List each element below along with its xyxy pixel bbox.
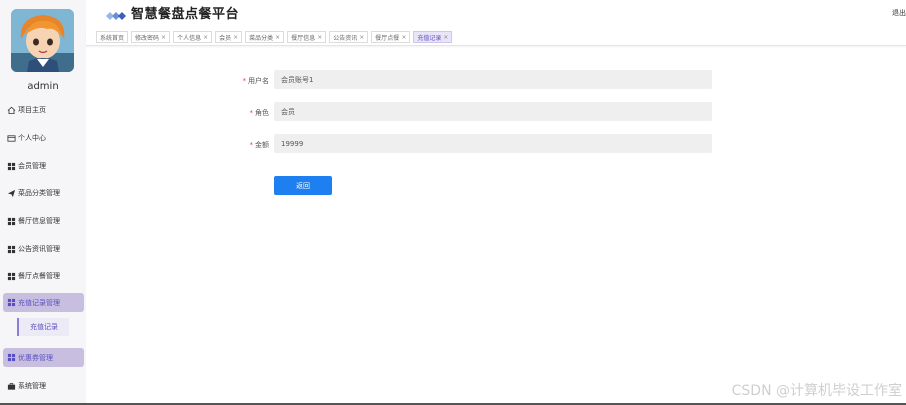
sidebar-item-profile[interactable]: 个人中心 bbox=[7, 129, 83, 147]
tab-label: 菜品分类 bbox=[249, 34, 274, 42]
sidebar-item-label: 个人中心 bbox=[18, 134, 46, 142]
role-value: 会员 bbox=[281, 107, 295, 116]
username-label: * 用户名 bbox=[199, 76, 270, 86]
app-title: 智慧餐盘点餐平台 bbox=[131, 7, 240, 22]
sidebar-item-recharge[interactable]: 充值记录管理 bbox=[3, 293, 84, 312]
tab-home[interactable]: 系统首页 bbox=[96, 31, 129, 43]
grid-icon bbox=[7, 217, 16, 226]
sidebar-item-members[interactable]: 会员管理 bbox=[7, 157, 83, 175]
role-field[interactable]: 会员 bbox=[274, 102, 712, 121]
tab-announcements[interactable]: 公告资讯 × bbox=[329, 31, 369, 43]
briefcase-icon bbox=[7, 382, 16, 391]
tab-label: 餐厅信息 bbox=[291, 34, 316, 42]
username-label-text: 用户名 bbox=[248, 77, 269, 85]
tab-label: 会员 bbox=[219, 34, 232, 42]
tab-members[interactable]: 会员 × bbox=[215, 31, 243, 43]
tab-change-password[interactable]: 修改密码 × bbox=[131, 31, 171, 43]
username-field[interactable]: 会员账号1 bbox=[274, 70, 712, 89]
sidebar-item-label: 会员管理 bbox=[18, 162, 46, 170]
tab-label: 个人信息 bbox=[177, 34, 202, 42]
back-button[interactable]: 返回 bbox=[274, 176, 332, 195]
amount-label: * 金额 bbox=[199, 140, 270, 150]
tab-label: 充值记录 bbox=[417, 34, 442, 42]
send-icon bbox=[7, 189, 16, 198]
close-icon[interactable]: × bbox=[443, 34, 448, 41]
sidebar-item-label: 系统管理 bbox=[18, 382, 46, 390]
role-label: * 角色 bbox=[199, 108, 270, 118]
avatar[interactable] bbox=[11, 9, 74, 72]
sidebar-item-label: 菜品分类管理 bbox=[18, 189, 60, 197]
sidebar-item-system[interactable]: 系统管理 bbox=[7, 377, 83, 395]
grid-icon bbox=[7, 353, 16, 362]
sidebar: admin 项目主页 个人中心 会员管理 菜品分类管理 餐厅信息管理 公告资讯管… bbox=[0, 0, 86, 405]
tab-personal-info[interactable]: 个人信息 × bbox=[173, 31, 213, 43]
close-icon[interactable]: × bbox=[317, 34, 322, 41]
grid-icon bbox=[7, 245, 16, 254]
tab-label: 餐厅点餐 bbox=[375, 34, 400, 42]
sidebar-item-label: 餐厅点餐管理 bbox=[18, 272, 60, 280]
tab-label: 公告资讯 bbox=[333, 34, 358, 42]
tab-orders[interactable]: 餐厅点餐 × bbox=[371, 31, 411, 43]
logo-icon bbox=[105, 6, 127, 20]
tab-dish-category[interactable]: 菜品分类 × bbox=[245, 31, 285, 43]
sidebar-item-label: 充值记录管理 bbox=[18, 298, 60, 307]
sidebar-item-label: 优惠券管理 bbox=[18, 353, 53, 362]
tab-recharge-records[interactable]: 充值记录 × bbox=[413, 31, 453, 43]
tab-restaurant-info[interactable]: 餐厅信息 × bbox=[287, 31, 327, 43]
sidebar-subitem-label: 充值记录 bbox=[30, 323, 58, 331]
tabs: 系统首页 修改密码 × 个人信息 × 会员 × 菜品分类 × 餐厅信息 × 公告资讯 × 餐… bbox=[96, 31, 455, 43]
logout-button[interactable]: 退出 bbox=[892, 8, 906, 18]
sidebar-item-coupons[interactable]: 优惠券管理 bbox=[3, 348, 84, 367]
required-mark: * bbox=[242, 77, 247, 85]
sidebar-item-label: 餐厅信息管理 bbox=[18, 217, 60, 225]
sidebar-item-home[interactable]: 项目主页 bbox=[7, 101, 83, 119]
tab-label: 修改密码 bbox=[135, 34, 160, 42]
sidebar-item-dish-category[interactable]: 菜品分类管理 bbox=[7, 184, 83, 202]
grid-icon bbox=[7, 162, 16, 171]
close-icon[interactable]: × bbox=[161, 34, 166, 41]
required-mark: * bbox=[249, 109, 254, 117]
sidebar-item-announcements[interactable]: 公告资讯管理 bbox=[7, 240, 83, 258]
sidebar-subitem-recharge-records[interactable]: 充值记录 bbox=[17, 318, 69, 336]
close-icon[interactable]: × bbox=[275, 34, 280, 41]
amount-value: 19999 bbox=[281, 139, 304, 148]
sidebar-item-label: 公告资讯管理 bbox=[18, 245, 60, 253]
close-icon[interactable]: × bbox=[359, 34, 364, 41]
grid-icon bbox=[7, 272, 16, 281]
admin-username: admin bbox=[27, 81, 59, 92]
sidebar-item-label: 项目主页 bbox=[18, 106, 46, 114]
role-label-text: 角色 bbox=[255, 109, 269, 117]
amount-label-text: 金额 bbox=[255, 141, 269, 149]
tab-bar: 系统首页 修改密码 × 个人信息 × 会员 × 菜品分类 × 餐厅信息 × 公告资讯 × 餐… bbox=[86, 27, 906, 46]
close-icon[interactable]: × bbox=[203, 34, 208, 41]
amount-field[interactable]: 19999 bbox=[274, 134, 712, 153]
username-value: 会员账号1 bbox=[281, 75, 314, 84]
user-card-icon bbox=[7, 134, 16, 143]
watermark: CSDN @计算机毕设工作室 bbox=[731, 383, 902, 399]
close-icon[interactable]: × bbox=[233, 34, 238, 41]
close-icon[interactable]: × bbox=[401, 34, 406, 41]
home-icon bbox=[7, 106, 16, 115]
required-mark: * bbox=[249, 141, 254, 149]
tab-label: 系统首页 bbox=[100, 34, 125, 42]
sidebar-item-restaurant-info[interactable]: 餐厅信息管理 bbox=[7, 212, 83, 230]
sidebar-item-orders[interactable]: 餐厅点餐管理 bbox=[7, 267, 83, 285]
grid-icon bbox=[7, 298, 16, 307]
